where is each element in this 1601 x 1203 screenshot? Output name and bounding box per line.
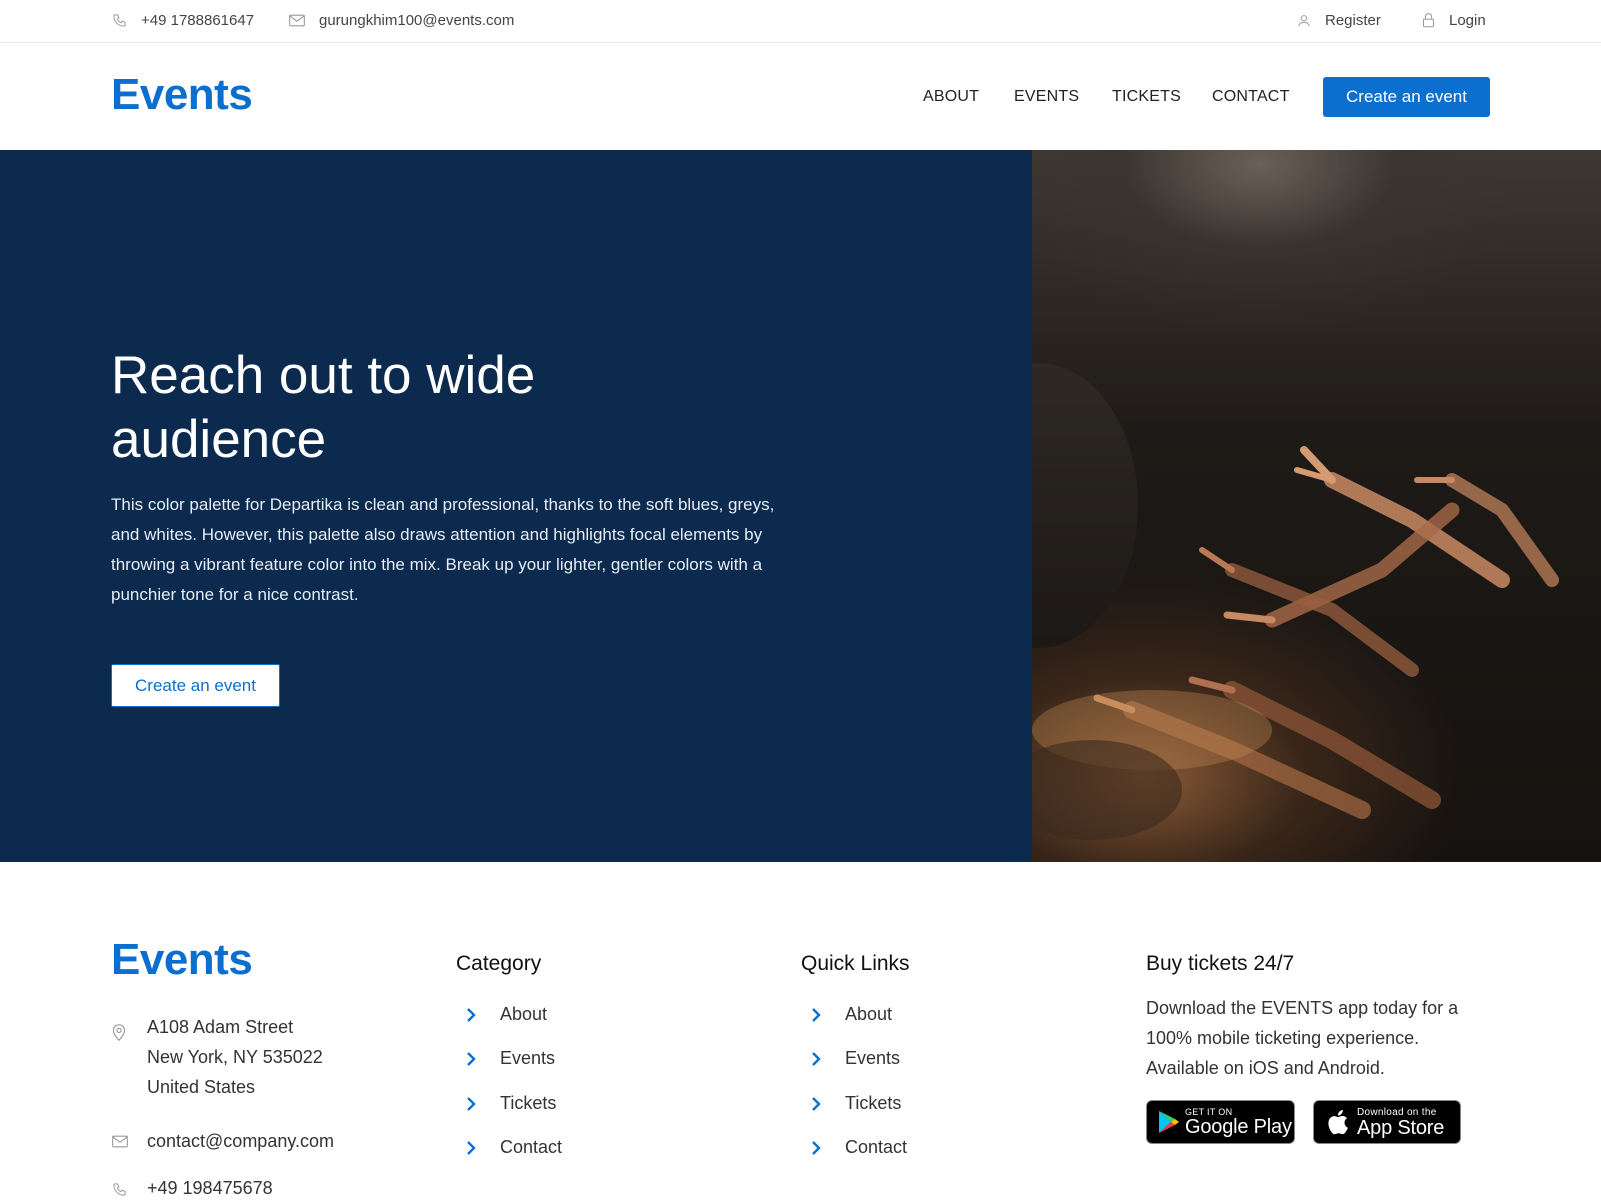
mail-icon	[112, 1135, 128, 1148]
app-text-line-2: 100% mobile ticketing experience.	[1146, 1028, 1420, 1048]
chevron-right-icon	[812, 1051, 821, 1066]
footer-address: A108 Adam Street New York, NY 535022 Uni…	[147, 1012, 323, 1102]
topbar-email[interactable]: gurungkhim100@events.com	[289, 12, 514, 29]
lock-icon	[1423, 13, 1434, 28]
category-link-label: Tickets	[500, 1093, 557, 1113]
buy-tickets-title: Buy tickets 24/7	[1146, 952, 1295, 975]
category-link-label: About	[500, 1004, 548, 1024]
phone-icon	[113, 14, 126, 27]
hero-title: Reach out to wide audience	[111, 346, 536, 469]
chevron-right-icon	[467, 1007, 476, 1022]
category-link-tickets[interactable]: Tickets	[464, 1093, 556, 1114]
quick-link-label: Contact	[845, 1137, 908, 1157]
top-bar: +49 1788861647 gurungkhim100@events.com …	[0, 0, 1601, 43]
nav-tickets[interactable]: TICKETS	[1112, 88, 1181, 106]
main-nav: Events ABOUT EVENTS TICKETS CONTACT Crea…	[0, 43, 1601, 150]
chevron-right-icon	[812, 1096, 821, 1111]
address-line-2: New York, NY 535022	[147, 1047, 323, 1067]
footer: Events A108 Adam Street New York, NY 535…	[0, 862, 1601, 1203]
category-link-contact[interactable]: Contact	[464, 1137, 562, 1158]
topbar-phone-text: +49 1788861647	[141, 12, 255, 29]
quick-links-title: Quick Links	[801, 952, 910, 975]
category-link-events[interactable]: Events	[464, 1048, 555, 1069]
app-store-big-text: App Store	[1357, 1116, 1445, 1139]
category-title: Category	[456, 952, 542, 975]
google-play-big-text: Google Play	[1185, 1116, 1292, 1138]
create-event-button[interactable]: Create an event	[1323, 77, 1490, 117]
quick-link-contact[interactable]: Contact	[809, 1137, 907, 1158]
quick-link-events[interactable]: Events	[809, 1048, 900, 1069]
chevron-right-icon	[467, 1140, 476, 1155]
quick-link-tickets[interactable]: Tickets	[809, 1093, 901, 1114]
google-play-badge[interactable]: GET IT ON Google Play	[1146, 1100, 1295, 1144]
hero-create-event-button[interactable]: Create an event	[111, 664, 280, 707]
hero-section: Reach out to wide audience This color pa…	[0, 150, 1601, 862]
quick-link-label: Tickets	[845, 1093, 902, 1113]
nav-events[interactable]: EVENTS	[1014, 88, 1079, 106]
footer-logo[interactable]: Events	[111, 935, 253, 985]
location-pin-icon	[112, 1024, 126, 1041]
footer-email[interactable]: contact@company.com	[147, 1131, 334, 1152]
phone-icon	[113, 1183, 126, 1196]
app-store-badge[interactable]: Download on the App Store	[1313, 1100, 1461, 1144]
quick-link-label: Events	[845, 1048, 901, 1068]
category-link-label: Events	[500, 1048, 556, 1068]
footer-phone[interactable]: +49 198475678	[147, 1178, 273, 1199]
mail-icon	[289, 14, 305, 27]
app-description: Download the EVENTS app today for a 100%…	[1146, 993, 1458, 1083]
logo[interactable]: Events	[111, 70, 253, 120]
register-label: Register	[1325, 12, 1381, 29]
quick-link-label: About	[845, 1004, 893, 1024]
address-line-3: United States	[147, 1077, 256, 1097]
quick-link-about[interactable]: About	[809, 1004, 892, 1025]
login-link[interactable]: Login	[1422, 12, 1486, 29]
nav-about[interactable]: ABOUT	[923, 88, 979, 106]
chevron-right-icon	[467, 1096, 476, 1111]
category-link-about[interactable]: About	[464, 1004, 547, 1025]
nav-contact[interactable]: CONTACT	[1212, 88, 1290, 106]
app-text-line-1: Download the EVENTS app today for a	[1146, 998, 1459, 1018]
apple-icon	[1328, 1110, 1348, 1135]
chevron-right-icon	[812, 1007, 821, 1022]
google-play-icon	[1159, 1111, 1179, 1133]
address-line-1: A108 Adam Street	[147, 1017, 294, 1037]
register-link[interactable]: Register	[1297, 12, 1381, 29]
topbar-phone[interactable]: +49 1788861647	[112, 12, 254, 29]
login-label: Login	[1449, 12, 1486, 29]
app-text-line-3: Available on iOS and Android.	[1146, 1058, 1385, 1078]
chevron-right-icon	[812, 1140, 821, 1155]
chevron-right-icon	[467, 1051, 476, 1066]
user-icon	[1298, 15, 1310, 27]
category-link-label: Contact	[500, 1137, 563, 1157]
topbar-email-text: gurungkhim100@events.com	[319, 12, 515, 29]
app-store-small-text: Download on the	[1357, 1106, 1437, 1118]
hero-description: This color palette for Departika is clea…	[111, 495, 775, 604]
